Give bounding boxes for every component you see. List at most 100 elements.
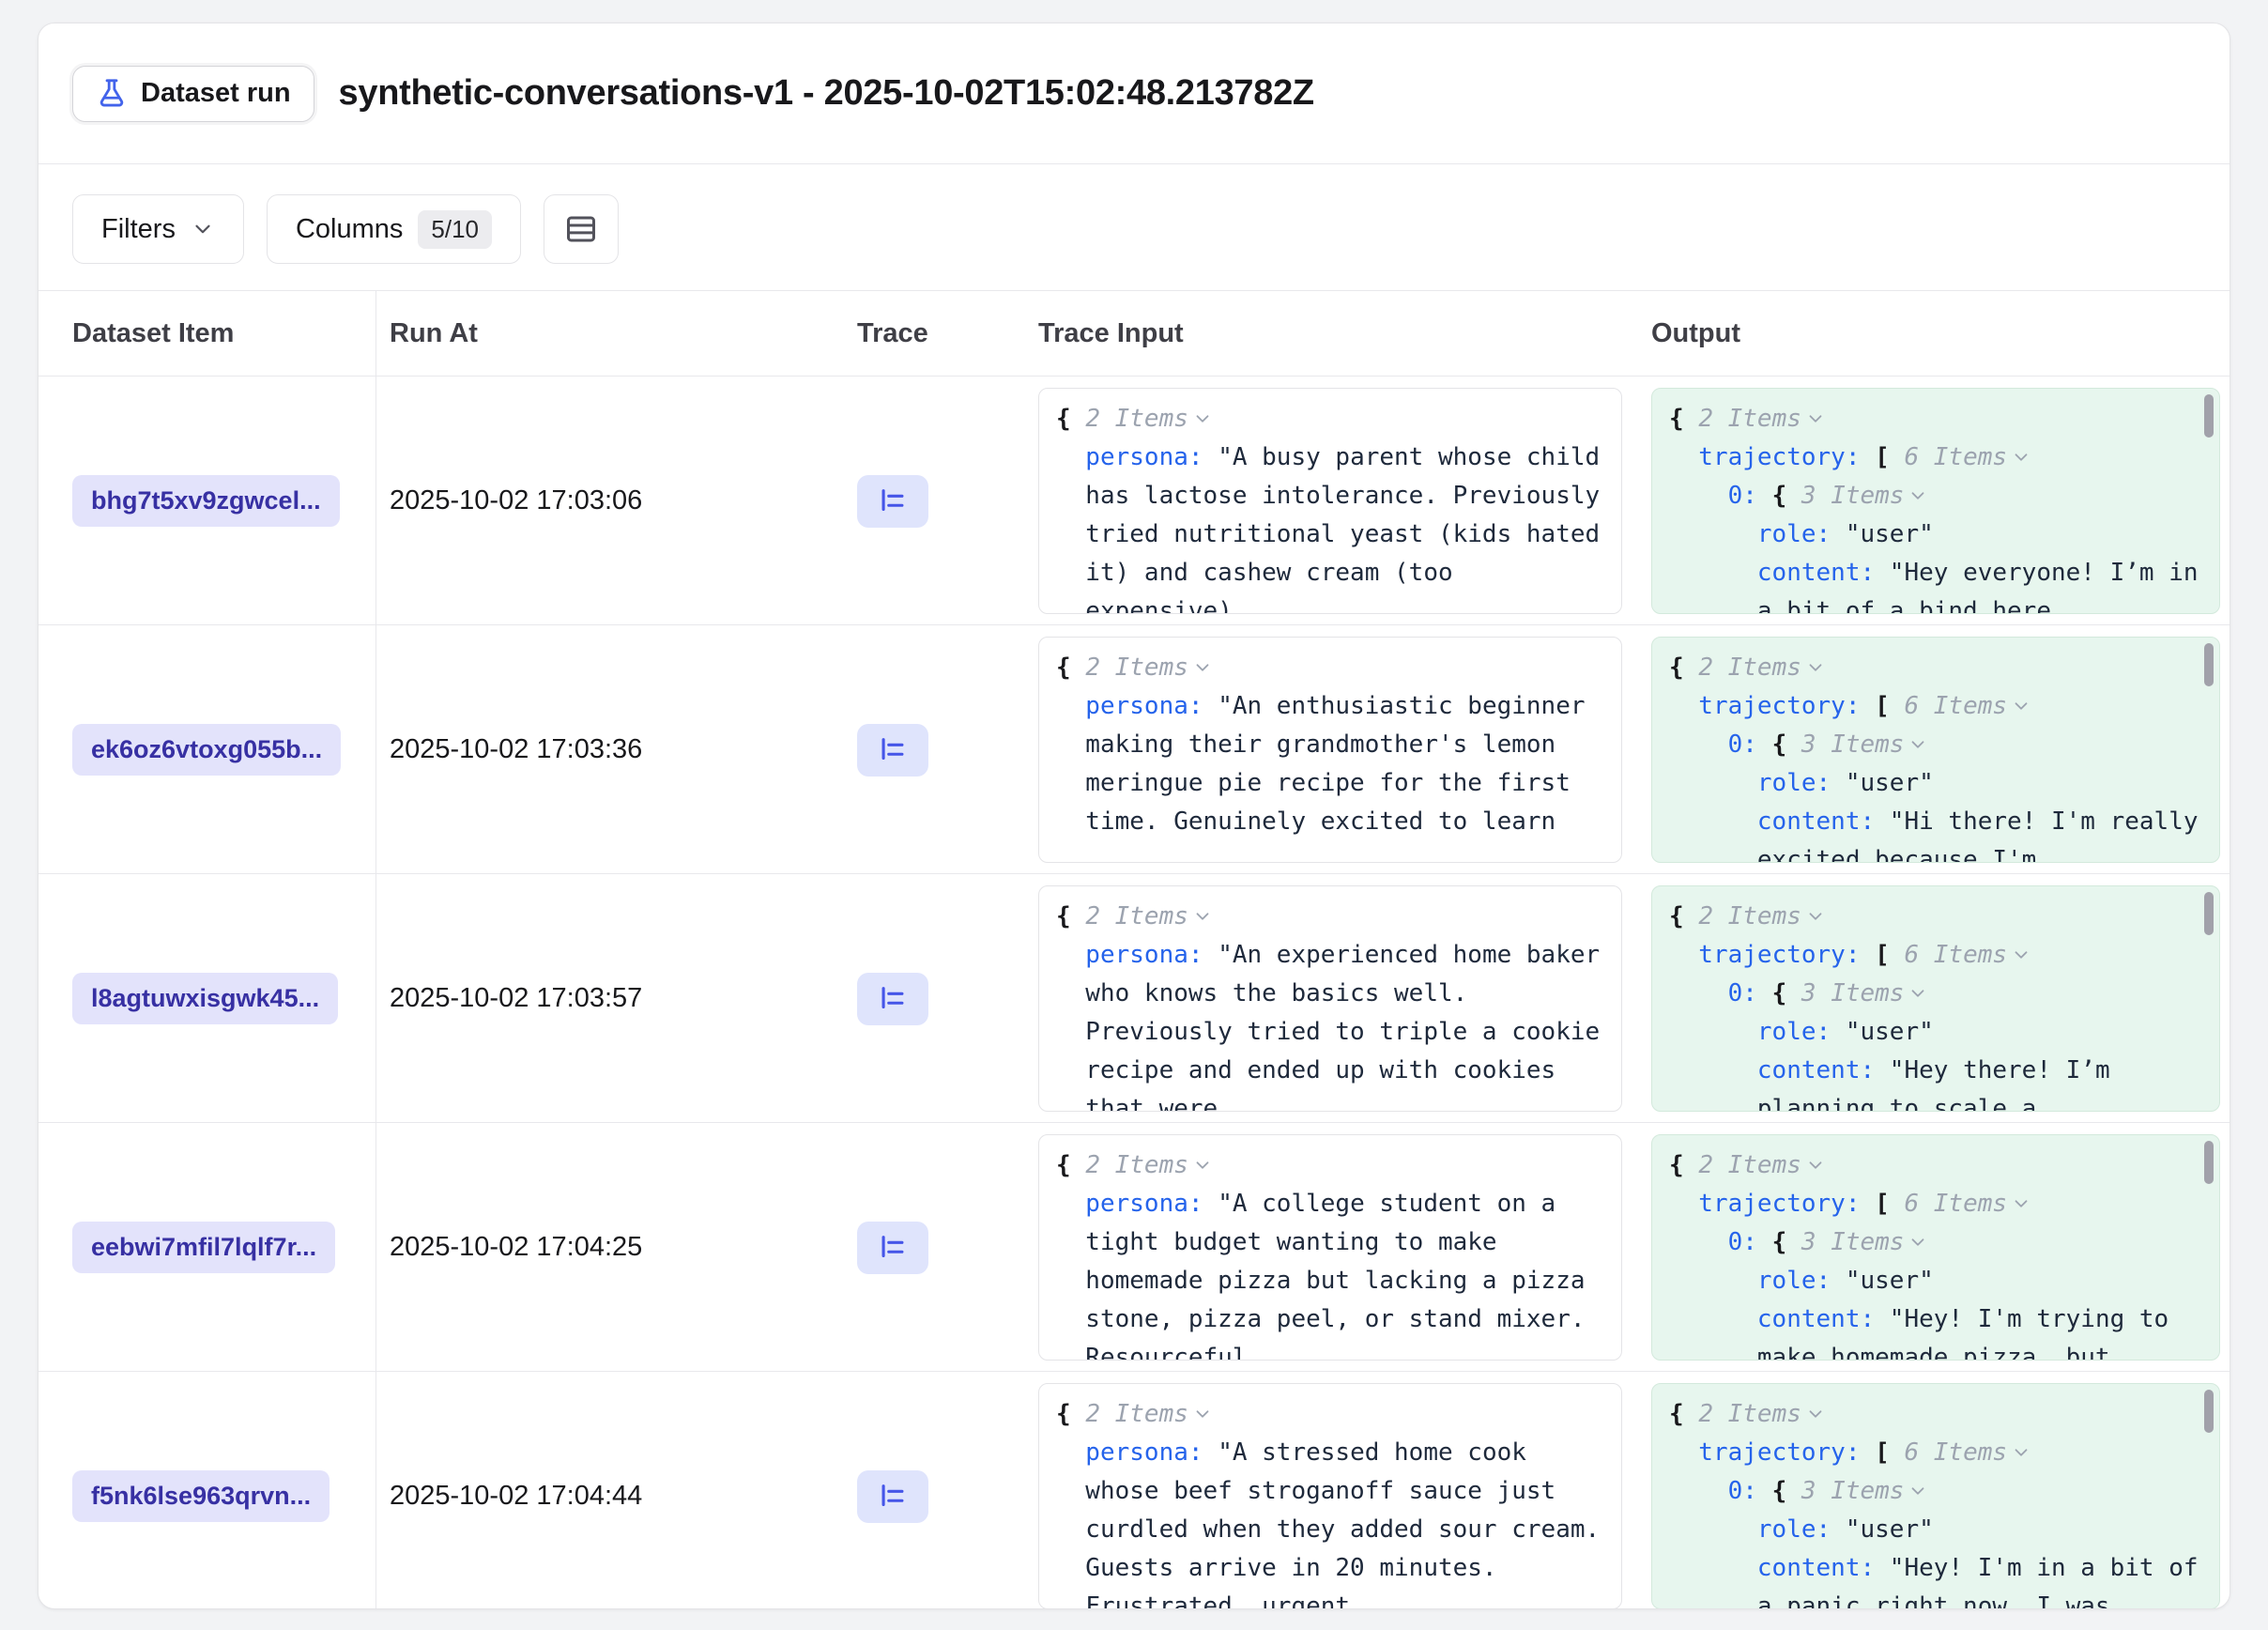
json-brace: { (1669, 405, 1684, 433)
row-height-button[interactable] (544, 194, 619, 264)
columns-button[interactable]: Columns 5/10 (267, 194, 521, 264)
items-collapse-toggle[interactable]: 6 Items (1904, 1190, 2031, 1218)
json-brace: { (1669, 654, 1684, 682)
chevron-down-icon (2011, 447, 2031, 468)
json-brace: [ (1875, 443, 1890, 471)
trace-button[interactable] (857, 1470, 928, 1523)
chevron-down-icon (1192, 1155, 1213, 1176)
trace-cell (846, 1123, 1024, 1372)
column-header-dataset-item: Dataset Item (38, 291, 376, 376)
scrollbar-thumb[interactable] (2204, 1141, 2214, 1184)
dataset-item-badge[interactable]: ek6oz6vtoxg055b... (72, 724, 341, 776)
chevron-down-icon (1908, 734, 1928, 755)
scrollbar-thumb[interactable] (2204, 394, 2214, 438)
json-line: role: "user" (1669, 1013, 2202, 1052)
items-collapse-toggle[interactable]: 3 Items (1801, 1228, 1929, 1256)
json-brace: [ (1875, 941, 1890, 969)
items-collapse-toggle[interactable]: 2 Items (1698, 1400, 1826, 1428)
trace-input-json[interactable]: { 2 Itemspersona: "A college student on … (1038, 1134, 1622, 1361)
items-count-label: 6 Items (1904, 692, 2007, 720)
output-json[interactable]: { 2 Itemstrajectory: [ 6 Items0: { 3 Ite… (1651, 1134, 2220, 1361)
flask-icon (96, 78, 128, 110)
column-header-trace: Trace (846, 291, 1024, 376)
trace-input-json[interactable]: { 2 Itemspersona: "An experienced home b… (1038, 885, 1622, 1112)
items-collapse-toggle[interactable]: 6 Items (1904, 1438, 2031, 1467)
items-collapse-toggle[interactable]: 2 Items (1085, 654, 1213, 682)
items-collapse-toggle[interactable]: 3 Items (1801, 979, 1929, 1007)
items-count-label: 3 Items (1801, 1477, 1905, 1505)
json-line: trajectory: [ 6 Items (1669, 1434, 2202, 1472)
chevron-down-icon (1908, 485, 1928, 506)
json-line: persona: "An enthusiastic beginner makin… (1056, 687, 1604, 841)
trace-input-cell: { 2 Itemspersona: "A busy parent whose c… (1024, 377, 1639, 625)
items-collapse-toggle[interactable]: 2 Items (1698, 405, 1826, 433)
items-collapse-toggle[interactable]: 2 Items (1085, 1400, 1213, 1428)
json-brace: { (1772, 1477, 1787, 1505)
json-line: persona: "An experienced home baker who … (1056, 936, 1604, 1112)
dataset-item-badge[interactable]: eebwi7mfil7lqlf7r... (72, 1222, 335, 1273)
run-at-value: 2025-10-02 17:04:25 (390, 1232, 642, 1263)
rows-icon (564, 212, 598, 246)
items-collapse-toggle[interactable]: 2 Items (1698, 1151, 1826, 1179)
json-line: trajectory: [ 6 Items (1669, 936, 2202, 975)
scrollbar-thumb[interactable] (2204, 643, 2214, 686)
items-collapse-toggle[interactable]: 2 Items (1085, 902, 1213, 930)
json-key: trajectory: (1698, 443, 1860, 471)
items-collapse-toggle[interactable]: 6 Items (1904, 941, 2031, 969)
output-json[interactable]: { 2 Items trajectory: [ 6 Items 0: { 3 Ite… (1651, 388, 2220, 614)
chevron-down-icon (2011, 1442, 2031, 1463)
json-key: 0: (1728, 482, 1757, 510)
json-string: "user" (1846, 520, 1934, 548)
chevron-down-icon (1805, 1404, 1826, 1424)
json-brace: [ (1875, 1438, 1890, 1467)
trace-input-json[interactable]: { 2 Itemspersona: "A busy parent whose c… (1038, 388, 1622, 614)
dataset-item-badge[interactable]: bhg7t5xv9zgwcel... (72, 475, 340, 527)
trace-button[interactable] (857, 724, 928, 777)
json-key: persona: (1085, 1438, 1203, 1467)
trace-button[interactable] (857, 1222, 928, 1274)
trace-input-json[interactable]: { 2 Itemspersona: "An enthusiastic begin… (1038, 637, 1622, 863)
json-key: content: (1757, 1554, 1875, 1582)
table-row: bhg7t5xv9zgwcel... 2025-10-02 17:03:06 {… (38, 377, 2230, 625)
items-collapse-toggle[interactable]: 6 Items (1904, 692, 2031, 720)
items-collapse-toggle[interactable]: 2 Items (1085, 1151, 1213, 1179)
items-count-label: 6 Items (1904, 941, 2007, 969)
output-json[interactable]: { 2 Itemstrajectory: [ 6 Items0: { 3 Ite… (1651, 885, 2220, 1112)
items-collapse-toggle[interactable]: 2 Items (1085, 405, 1213, 433)
trace-input-json[interactable]: { 2 Itemspersona: "A stressed home cook … (1038, 1383, 1622, 1609)
dataset-item-cell: l8agtuwxisgwk45... (38, 874, 376, 1123)
trace-cell (846, 377, 1024, 625)
trace-button[interactable] (857, 475, 928, 528)
dataset-item-badge[interactable]: f5nk6lse963qrvn... (72, 1470, 329, 1522)
json-key: role: (1757, 769, 1831, 797)
table-body: bhg7t5xv9zgwcel... 2025-10-02 17:03:06 {… (38, 377, 2230, 1609)
items-collapse-toggle[interactable]: 2 Items (1698, 654, 1826, 682)
scrollbar-thumb[interactable] (2204, 1390, 2214, 1433)
filters-button[interactable]: Filters (72, 194, 244, 264)
json-key: content: (1757, 1305, 1875, 1333)
chevron-down-icon (1908, 1481, 1928, 1501)
output-json[interactable]: { 2 Itemstrajectory: [ 6 Items0: { 3 Ite… (1651, 1383, 2220, 1609)
json-line: { 2 Items (1056, 649, 1604, 687)
trace-button[interactable] (857, 973, 928, 1025)
json-line: 0: { 3 Items (1669, 975, 2202, 1013)
json-line: 0: { 3 Items (1669, 477, 2202, 515)
json-line: { 2 Items (1669, 898, 2202, 936)
items-collapse-toggle[interactable]: 6 Items (1904, 443, 2031, 471)
column-header-output: Output (1639, 291, 2230, 376)
items-collapse-toggle[interactable]: 3 Items (1801, 730, 1929, 759)
json-line: { 2 Items (1056, 1395, 1604, 1434)
scrollbar-thumb[interactable] (2204, 892, 2214, 935)
trace-tree-icon (877, 485, 909, 517)
dataset-item-badge[interactable]: l8agtuwxisgwk45... (72, 973, 338, 1024)
table-header-row: Dataset Item Run At Trace Trace Input Ou… (38, 290, 2230, 377)
chevron-down-icon (1805, 906, 1826, 927)
items-collapse-toggle[interactable]: 3 Items (1801, 482, 1929, 510)
card-header: Dataset run synthetic-conversations-v1 -… (38, 23, 2230, 164)
items-collapse-toggle[interactable]: 2 Items (1698, 902, 1826, 930)
dataset-run-badge: Dataset run (72, 66, 314, 122)
chevron-down-icon (1908, 1232, 1928, 1253)
output-json[interactable]: { 2 Itemstrajectory: [ 6 Items0: { 3 Ite… (1651, 637, 2220, 863)
items-collapse-toggle[interactable]: 3 Items (1801, 1477, 1929, 1505)
chevron-down-icon (2011, 1193, 2031, 1214)
